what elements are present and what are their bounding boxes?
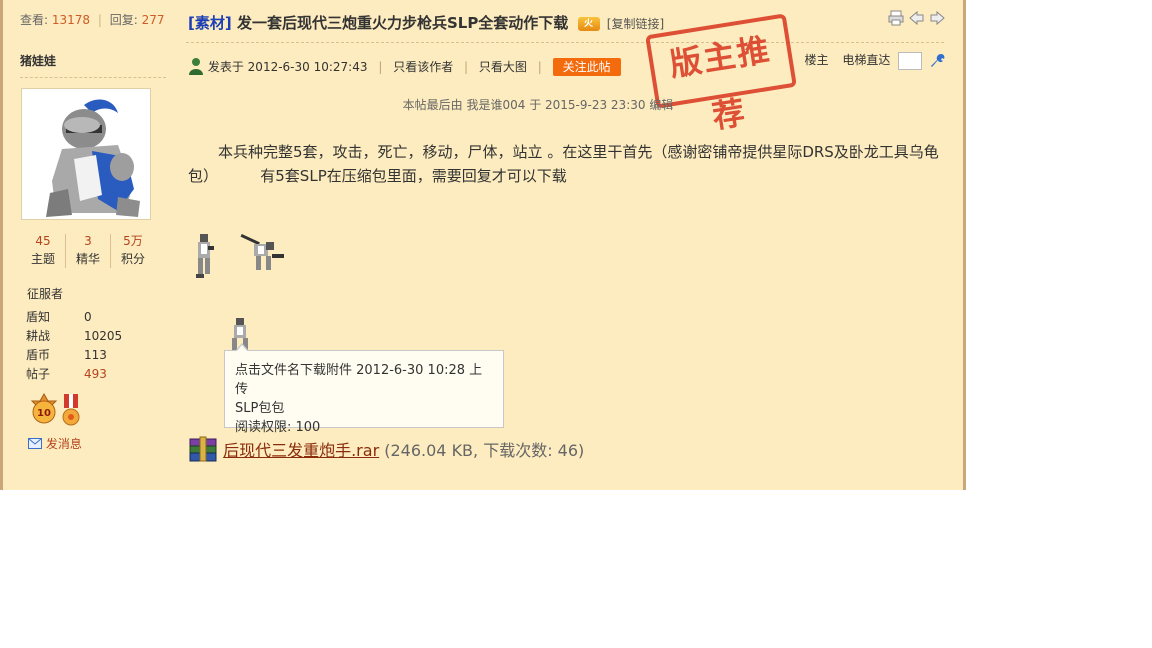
replies-count: 277 xyxy=(141,13,165,27)
soldier-sprite-standing xyxy=(196,234,214,278)
only-author-link[interactable]: 只看该作者 xyxy=(393,60,453,74)
attachment-tooltip: 点击文件名下载附件 2012-6-30 10:28 上传 SLP包包 阅读权限:… xyxy=(224,343,504,435)
post-body: 本兵种完整5套，攻击，死亡，移动，尸体，站立 。在这里干首先（感谢密铺帝提供星际… xyxy=(188,143,939,185)
print-icon[interactable] xyxy=(888,10,904,26)
prev-thread-icon[interactable] xyxy=(909,10,924,26)
floor-jump-input[interactable] xyxy=(898,51,923,70)
author-name[interactable]: 猪娃娃 xyxy=(20,52,56,69)
author-sidebar: 查看: 13178 | 回复: 277 猪娃娃 45 主题 3 精华 5万 积分… xyxy=(20,13,166,452)
count-points[interactable]: 5万 积分 xyxy=(111,232,155,268)
category-tag[interactable]: [素材] xyxy=(188,14,232,32)
user-rank: 征服者 xyxy=(27,287,64,301)
floor-label: 楼主 xyxy=(804,53,829,67)
thread-tools xyxy=(888,10,946,29)
floor-tools: 楼主 电梯直达 xyxy=(804,51,946,70)
edit-note: 本帖最后由 我是谁004 于 2015-9-23 23:30 编辑 xyxy=(402,98,674,112)
envelope-icon xyxy=(28,438,42,449)
count-digests[interactable]: 3 精华 xyxy=(66,232,110,268)
copy-link[interactable]: [复制链接] xyxy=(607,17,664,31)
hot-badge-icon: 火 xyxy=(577,17,600,31)
attachment-download-link[interactable]: 后现代三发重炮手.rar xyxy=(223,441,379,460)
medal-icons[interactable]: 10 xyxy=(28,392,88,428)
rar-archive-icon xyxy=(189,436,217,462)
send-message-link[interactable]: 发消息 xyxy=(28,435,82,452)
thread-stats: 查看: 13178 | 回复: 277 xyxy=(20,13,165,27)
soldier-sprite-attack xyxy=(240,234,284,270)
medals: 10 xyxy=(28,392,88,431)
thread-title: 发一套后现代三炮重火力步枪兵SLP全套动作下载 xyxy=(236,14,569,32)
divider xyxy=(20,77,166,78)
views-count: 13178 xyxy=(51,13,91,27)
big-image-link[interactable]: 只看大图 xyxy=(479,60,527,74)
post-frame: 查看: 13178 | 回复: 277 猪娃娃 45 主题 3 精华 5万 积分… xyxy=(0,0,966,490)
jump-label: 电梯直达 xyxy=(842,53,891,67)
wrench-icon[interactable] xyxy=(930,53,946,69)
attachment: 后现代三发重炮手.rar (246.04 KB, 下载次数: 46) xyxy=(188,435,584,463)
post-main: [素材] 发一套后现代三炮重火力步枪兵SLP全套动作下载 火 [复制链接] 发表… xyxy=(186,0,948,490)
follow-button[interactable]: 关注此帖 xyxy=(552,58,621,76)
attachment-info: (246.04 KB, 下载次数: 46) xyxy=(384,441,585,460)
user-counts: 45 主题 3 精华 5万 积分 xyxy=(21,232,153,270)
knight-avatar-image xyxy=(46,99,140,217)
post-meta: 发表于 2012-6-30 10:27:43 | 只看该作者 | 只看大图 | … xyxy=(188,57,621,76)
svg-text:10: 10 xyxy=(37,408,51,419)
online-status-icon xyxy=(189,58,203,75)
avatar[interactable] xyxy=(21,88,151,220)
divider xyxy=(186,42,944,43)
count-topics[interactable]: 45 主题 xyxy=(21,232,65,268)
post-title: [素材] 发一套后现代三炮重火力步枪兵SLP全套动作下载 火 [复制链接] xyxy=(188,12,664,33)
post-time: 2012-6-30 10:27:43 xyxy=(247,60,368,74)
moderator-recommend-stamp: 版主推荐 xyxy=(645,13,797,136)
next-thread-icon[interactable] xyxy=(930,10,945,26)
